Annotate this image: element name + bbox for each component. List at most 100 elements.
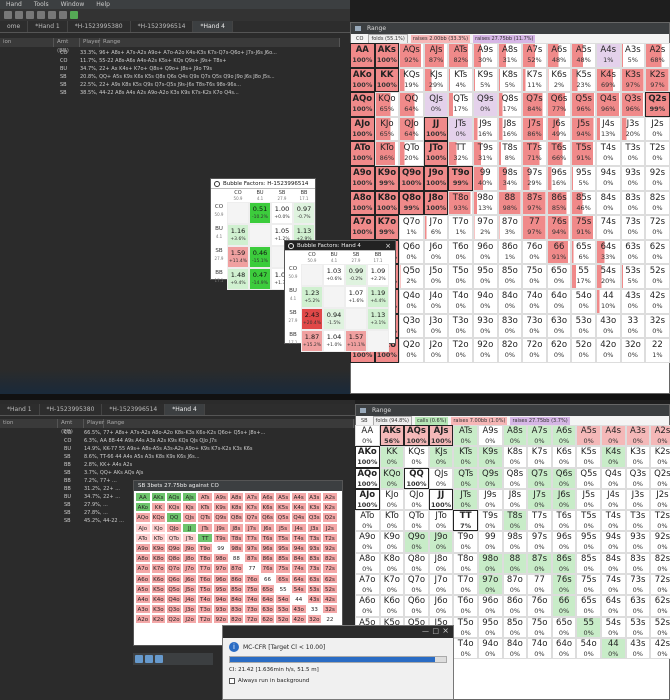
hand-cell-77[interactable]: 77 97% bbox=[522, 215, 547, 240]
hand-cell-94s[interactable]: 94s 0% bbox=[600, 531, 626, 553]
tab-h-1523995380[interactable]: *H-1523995380 bbox=[68, 21, 131, 32]
popup-hand-K4o[interactable]: K4o bbox=[150, 593, 167, 605]
minimize-icon[interactable]: — bbox=[422, 627, 429, 635]
hand-cell-54o[interactable]: 54o 0% bbox=[571, 288, 596, 314]
hand-cell-A2s[interactable]: A2s 68% bbox=[645, 43, 670, 68]
hand-cell-AJo[interactable]: AJo 100% bbox=[355, 488, 380, 511]
popup-hand-T9s[interactable]: T9s bbox=[212, 532, 229, 543]
hand-cell-AJo[interactable]: AJo 100% bbox=[350, 116, 375, 142]
hand-cell-K4s[interactable]: K4s 69% bbox=[595, 67, 621, 93]
hand-cell-64o[interactable]: 64o 0% bbox=[551, 637, 577, 660]
hand-cell-97s[interactable]: 97s 29% bbox=[522, 165, 547, 191]
hand-cell-A9o[interactable]: A9o 100% bbox=[350, 165, 375, 191]
grid-view-icon[interactable] bbox=[135, 655, 143, 663]
hand-cell-87o[interactable]: 87o 0% bbox=[502, 574, 528, 596]
hand-cell-K8s[interactable]: K8s 0% bbox=[502, 446, 528, 468]
col-action[interactable]: tion bbox=[0, 419, 58, 428]
popup-hand-88[interactable]: 88 bbox=[228, 553, 245, 564]
hand-cell-A5s[interactable]: A5s 0% bbox=[576, 425, 601, 447]
hand-cell-KTs[interactable]: KTs 0% bbox=[453, 446, 478, 468]
hand-cell-T3s[interactable]: T3s 0% bbox=[620, 141, 646, 166]
hand-cell-T5s[interactable]: T5s 91% bbox=[571, 141, 596, 166]
hand-cell-QJs[interactable]: QJs 0% bbox=[428, 467, 454, 489]
hand-cell-73o[interactable]: 73o 0% bbox=[522, 313, 547, 339]
hand-cell-J8o[interactable]: J8o 100% bbox=[423, 190, 449, 216]
hand-cell-A8s[interactable]: A8s 0% bbox=[502, 425, 528, 447]
hand-cell-QQ[interactable]: QQ 100% bbox=[404, 467, 429, 489]
popup-hand-K5o[interactable]: K5o bbox=[150, 583, 167, 594]
hand-cell-Q3s[interactable]: Q3s 0% bbox=[625, 467, 651, 489]
popup-hand-AA[interactable]: AA bbox=[135, 492, 151, 503]
hand-cell-84s[interactable]: 84s 0% bbox=[600, 552, 626, 575]
hand-cell-J5o[interactable]: J5o0% bbox=[423, 264, 449, 289]
popup-hand-QTs[interactable]: QTs bbox=[197, 512, 213, 523]
hand-cell-Q8s[interactable]: Q8s 17% bbox=[497, 92, 523, 117]
table-row[interactable]: 1.00BB 2.8%, KK+ A4s A2s bbox=[0, 461, 345, 469]
hand-cell-J9o[interactable]: J9o 0% bbox=[428, 531, 454, 553]
hand-cell-T6s[interactable]: T6s 66% bbox=[546, 141, 572, 166]
hand-cell-KQo[interactable]: KQo 0% bbox=[379, 467, 405, 489]
hand-cell-T6s[interactable]: T6s 0% bbox=[551, 510, 577, 532]
hand-cell-Q9o[interactable]: Q9o 0% bbox=[404, 531, 429, 553]
hand-cell-A6s[interactable]: A6s 0% bbox=[551, 425, 577, 447]
hand-cell-85s[interactable]: 85s 0% bbox=[576, 552, 601, 575]
hand-cell-64s[interactable]: 64s 0% bbox=[600, 595, 626, 617]
table-row[interactable]: 27.7CO 6.3%, AA 88-44 A9s A4s A3s A2s K9s… bbox=[0, 437, 345, 445]
hand-cell-J3s[interactable]: J3s 0% bbox=[625, 488, 651, 511]
popup-hand-T8s[interactable]: T8s bbox=[228, 532, 245, 543]
hand-cell-83s[interactable]: 83s 0% bbox=[620, 190, 646, 216]
hand-cell-AKo[interactable]: AKo 100% bbox=[350, 67, 375, 93]
popup-hand-AKs[interactable]: AKs bbox=[150, 492, 167, 503]
popup-hand-K3s[interactable]: K3s bbox=[306, 502, 323, 513]
popup-hand-A8o[interactable]: A8o bbox=[135, 553, 151, 564]
hand-cell-T9s[interactable]: T9s 31% bbox=[472, 141, 498, 166]
popup-hand-76s[interactable]: 76s bbox=[259, 563, 276, 574]
popup-hand-Q5o[interactable]: Q5o bbox=[166, 583, 182, 594]
popup-hand-22[interactable]: 22 bbox=[322, 614, 338, 625]
hand-cell-AQo[interactable]: AQo 100% bbox=[350, 92, 375, 117]
popup-hand-52o[interactable]: 52o bbox=[275, 614, 291, 625]
popup-hand-74o[interactable]: 74o bbox=[244, 593, 260, 605]
hand-cell-94s[interactable]: 94s 0% bbox=[595, 165, 621, 191]
hand-cell-54s[interactable]: 54s 0% bbox=[600, 616, 626, 638]
maximize-icon[interactable]: □ bbox=[432, 627, 439, 635]
hand-cell-Q5s[interactable]: Q5s 0% bbox=[576, 467, 601, 489]
hand-cell-QJo[interactable]: QJo 0% bbox=[404, 488, 429, 511]
popup-hand-A9s[interactable]: A9s bbox=[212, 492, 229, 503]
hand-cell-K3s[interactable]: K3s 97% bbox=[620, 67, 646, 93]
popup-hand-Q7s[interactable]: Q7s bbox=[244, 512, 260, 523]
tab-hand-4[interactable]: *Hand 4 bbox=[193, 21, 233, 32]
hand-cell-32o[interactable]: 32o 0% bbox=[620, 338, 646, 363]
hand-cell-75o[interactable]: 75o 0% bbox=[522, 264, 547, 289]
popup-hand-AQo[interactable]: AQo bbox=[135, 512, 151, 523]
popup-hand-J6o[interactable]: J6o bbox=[181, 573, 198, 584]
hand-cell-94o[interactable]: 94o 0% bbox=[472, 288, 498, 314]
hand-cell-75s[interactable]: 75s 91% bbox=[571, 215, 596, 240]
hand-cell-63s[interactable]: 63s 0% bbox=[620, 239, 646, 265]
hand-cell-T9s[interactable]: T9s 0% bbox=[477, 510, 503, 532]
hand-cell-82s[interactable]: 82s 0% bbox=[645, 190, 670, 216]
popup-hand-T4o[interactable]: T4o bbox=[197, 593, 213, 605]
hand-cell-96o[interactable]: 96o 0% bbox=[472, 239, 498, 265]
table-row[interactable]: 3.97BU 14.9%, KK-77 55 A9s+ A8s-A5s A3s-A… bbox=[0, 445, 345, 453]
popup-hand-Q6s[interactable]: Q6s bbox=[259, 512, 276, 523]
col-player[interactable]: Player bbox=[80, 38, 100, 47]
hand-cell-97o[interactable]: 97o 0% bbox=[477, 574, 503, 596]
popup-hand-J6s[interactable]: J6s bbox=[259, 522, 276, 533]
hand-cell-T2s[interactable]: T2s 0% bbox=[645, 141, 670, 166]
popup-hand-K4s[interactable]: K4s bbox=[290, 502, 307, 513]
hand-cell-K3s[interactable]: K3s 0% bbox=[625, 446, 651, 468]
hand-cell-K7s[interactable]: K7s 11% bbox=[522, 67, 547, 93]
popup-hand-Q2s[interactable]: Q2s bbox=[322, 512, 338, 523]
popup-hand-K9o[interactable]: K9o bbox=[150, 542, 167, 554]
hand-cell-95s[interactable]: 95s 0% bbox=[576, 531, 601, 553]
hand-cell-99[interactable]: 99 0% bbox=[477, 531, 503, 553]
popup-hand-J8s[interactable]: J8s bbox=[228, 522, 245, 533]
popup-hand-JTo[interactable]: JTo bbox=[181, 532, 198, 543]
popup-hand-42o[interactable]: 42o bbox=[290, 614, 307, 625]
hand-cell-76o[interactable]: 76o 0% bbox=[527, 595, 552, 617]
popup-hand-64o[interactable]: 64o bbox=[259, 593, 276, 605]
col-amount[interactable]: Amt (BB) bbox=[58, 419, 84, 435]
popup-hand-KJo[interactable]: KJo bbox=[150, 522, 167, 533]
popup-hand-86s[interactable]: 86s bbox=[259, 553, 276, 564]
